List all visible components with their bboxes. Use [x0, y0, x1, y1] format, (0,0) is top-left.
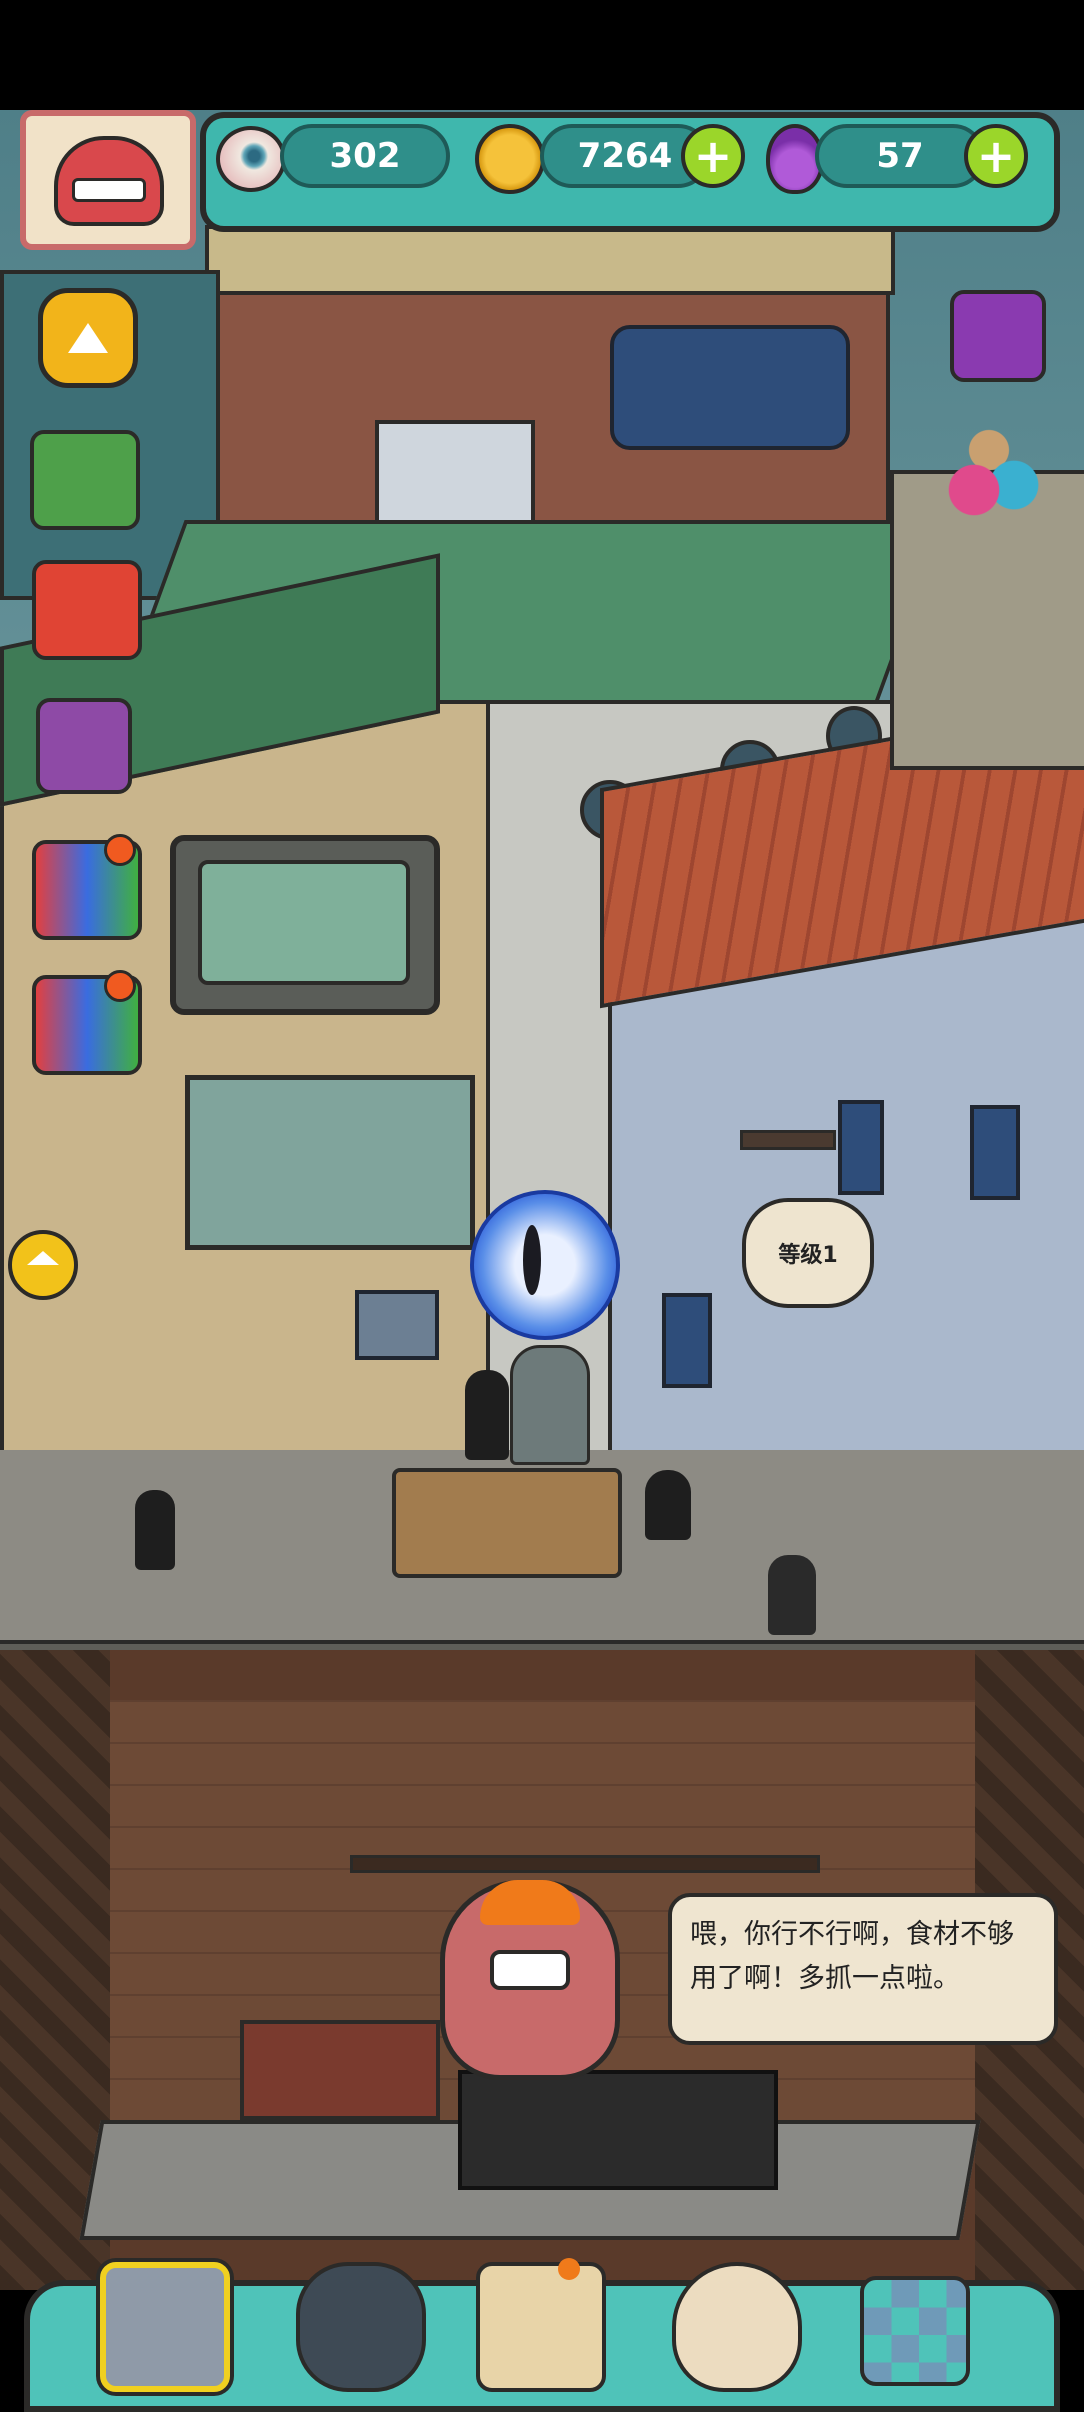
game-screen: { "hud": { "eyeballs": "302", "coins": "… — [0, 0, 1084, 2412]
monster-eggs-icon[interactable] — [944, 420, 1044, 520]
character-customer-1[interactable] — [135, 1490, 175, 1570]
eyeball-count: 302 — [280, 124, 450, 188]
potion-count: 57 — [815, 124, 985, 188]
recipe-book-tab[interactable] — [476, 2262, 606, 2392]
stove — [458, 2070, 778, 2190]
avatar-teeth — [72, 178, 146, 202]
monster-portal[interactable] — [470, 1190, 620, 1340]
chevron-up-icon[interactable] — [38, 288, 138, 388]
character-vendor[interactable] — [465, 1370, 509, 1460]
blue-building-window-2 — [970, 1105, 1020, 1200]
swing — [740, 1130, 836, 1150]
gift-basket-icon[interactable] — [30, 430, 140, 530]
recipe-book-badge — [558, 2258, 580, 2280]
add-potions-button[interactable]: + — [964, 124, 1028, 188]
monster-tab[interactable] — [296, 2262, 426, 2392]
brick-building-roof — [205, 225, 895, 295]
food-cart — [392, 1468, 622, 1578]
restaurant-tab[interactable] — [100, 2262, 230, 2392]
portal-eye-icon — [523, 1225, 541, 1295]
chef-flame-hair — [480, 1880, 580, 1925]
video-ad-icon[interactable] — [950, 290, 1046, 382]
kitchen-counter — [240, 2020, 440, 2120]
blue-building-window-3 — [662, 1293, 712, 1388]
character-chef-ghost[interactable] — [645, 1470, 691, 1540]
present-box-icon[interactable] — [32, 560, 142, 660]
grid-menu-tab[interactable] — [860, 2276, 970, 2386]
glass-display-case — [185, 1075, 475, 1250]
level-bubble[interactable]: 等级1 — [742, 1198, 874, 1308]
character-customer-2[interactable] — [768, 1555, 816, 1635]
coin-icon — [475, 124, 545, 194]
brick-building-window — [610, 325, 850, 450]
eyeball-icon — [216, 126, 286, 192]
notification-dot-1 — [104, 834, 136, 866]
cards-icon[interactable] — [36, 698, 132, 794]
tan-building-window — [355, 1290, 439, 1360]
blue-building-window-1 — [838, 1100, 884, 1195]
money-bag-tab[interactable] — [672, 2262, 802, 2392]
menu-sign-screen — [198, 860, 410, 985]
chef-mouth — [490, 1950, 570, 1990]
notification-dot-2 — [104, 970, 136, 1002]
tentacle-plant — [510, 1345, 590, 1465]
add-coins-button[interactable]: + — [681, 124, 745, 188]
chef-speech-bubble[interactable]: 喂，你行不行啊，食材不够用了啊！多抓一点啦。 — [668, 1893, 1058, 2045]
player-avatar[interactable] — [20, 110, 196, 250]
kitchen-shelf — [350, 1855, 820, 1873]
home-icon[interactable] — [8, 1230, 78, 1300]
